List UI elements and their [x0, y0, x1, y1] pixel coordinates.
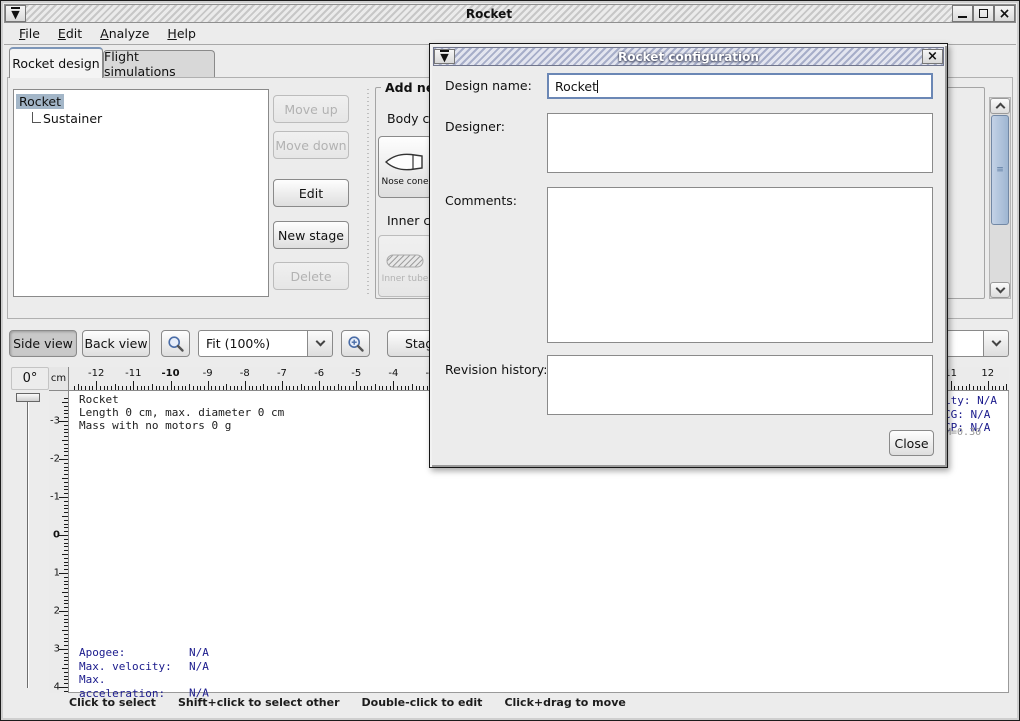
- new-stage-button[interactable]: New stage: [273, 221, 349, 249]
- rocket-configuration-dialog: ▼ Rocket configuration × Design name: Ro…: [429, 43, 948, 468]
- zoom-level-combobox[interactable]: Fit (100%): [198, 330, 333, 357]
- delete-button[interactable]: Delete: [273, 262, 349, 290]
- combobox-arrow[interactable]: [307, 330, 333, 357]
- rotation-slider-handle[interactable]: [16, 393, 40, 402]
- menu-file[interactable]: File: [12, 24, 47, 43]
- mach-value: M=0.30: [945, 427, 981, 438]
- combobox-arrow[interactable]: [983, 330, 1009, 357]
- window-menu-icon[interactable]: ▼: [5, 5, 26, 22]
- close-dialog-button[interactable]: Close: [889, 430, 934, 456]
- zoom-out-button[interactable]: [161, 330, 190, 357]
- designer-textarea[interactable]: [547, 113, 933, 173]
- zoom-in-button[interactable]: [341, 330, 370, 357]
- move-down-button[interactable]: Move down: [273, 131, 349, 159]
- dialog-close-icon[interactable]: ×: [922, 49, 943, 64]
- inner-tube-button[interactable]: Inner tube: [378, 235, 432, 297]
- menu-analyze[interactable]: Analyze: [93, 24, 156, 43]
- tree-connector: [32, 112, 41, 123]
- scrollbar-thumb[interactable]: ≡: [991, 115, 1009, 225]
- tab-rocket-design[interactable]: Rocket design: [9, 47, 103, 78]
- dialog-title: Rocket configuration: [455, 50, 922, 64]
- comments-textarea[interactable]: [547, 187, 933, 343]
- inner-tube-icon: [384, 252, 426, 270]
- nose-cone-button[interactable]: Nose cone: [378, 136, 432, 198]
- move-up-button[interactable]: Move up: [273, 95, 349, 123]
- chevron-down-icon: [991, 337, 1001, 347]
- magnifier-plus-icon: [347, 335, 365, 353]
- zoom-level-value: Fit (100%): [198, 330, 307, 357]
- minimize-icon: [958, 16, 967, 18]
- text-caret: [597, 80, 598, 93]
- rotation-angle-label: 0°: [11, 367, 49, 390]
- menu-help[interactable]: Help: [160, 24, 203, 43]
- ruler-unit-label: cm: [49, 367, 69, 391]
- vertical-ruler: -3-2-101234: [49, 391, 69, 693]
- window-title: Rocket: [26, 7, 952, 21]
- design-name-label: Design name:: [445, 78, 532, 93]
- menubar: File Edit Analyze Help: [4, 23, 1016, 45]
- back-view-button[interactable]: Back view: [82, 330, 150, 357]
- side-view-button[interactable]: Side view: [9, 330, 77, 357]
- tree-item-sustainer[interactable]: Sustainer: [16, 110, 266, 127]
- main-titlebar[interactable]: ▼ Rocket ×: [4, 4, 1016, 23]
- main-window: ▼ Rocket × File Edit Analyze Help Rocket…: [0, 0, 1020, 721]
- status-hints: Click to select Shift+click to select ot…: [69, 696, 626, 709]
- revision-history-textarea[interactable]: [547, 355, 933, 415]
- inner-component-label: Inner com: [387, 213, 427, 228]
- flight-stats: Apogee:N/A Max. velocity:N/A Max. accele…: [79, 646, 209, 700]
- tab-flight-simulations[interactable]: Flight simulations: [103, 50, 215, 77]
- rotation-slider-track[interactable]: [27, 400, 29, 688]
- menu-edit[interactable]: Edit: [51, 24, 89, 43]
- scroll-down-button[interactable]: [990, 282, 1010, 298]
- design-name-input[interactable]: Rocket: [547, 73, 933, 99]
- maximize-icon: [979, 9, 988, 18]
- body-components-label: Body com: [387, 111, 427, 126]
- comments-label: Comments:: [445, 193, 517, 208]
- tree-item-rocket[interactable]: Rocket: [16, 93, 266, 110]
- dialog-menu-icon[interactable]: ▼: [434, 49, 455, 64]
- designer-label: Designer:: [445, 119, 505, 134]
- minimize-button[interactable]: [952, 5, 973, 22]
- component-tree: Rocket Sustainer: [13, 89, 269, 297]
- nose-cone-icon: [384, 151, 426, 173]
- revision-history-label: Revision history:: [445, 362, 548, 377]
- close-button[interactable]: ×: [994, 5, 1015, 22]
- vertical-splitter[interactable]: [364, 89, 372, 297]
- chevron-down-icon: [315, 337, 325, 347]
- scroll-up-button[interactable]: [990, 98, 1010, 114]
- chevron-down-icon: [995, 283, 1005, 293]
- maximize-button[interactable]: [973, 5, 994, 22]
- magnifier-icon: [167, 335, 185, 353]
- edit-button[interactable]: Edit: [273, 179, 349, 207]
- dialog-titlebar[interactable]: ▼ Rocket configuration ×: [433, 47, 944, 66]
- rocket-info-text: Rocket Length 0 cm, max. diameter 0 cm M…: [79, 393, 284, 432]
- chevron-up-icon: [995, 103, 1005, 113]
